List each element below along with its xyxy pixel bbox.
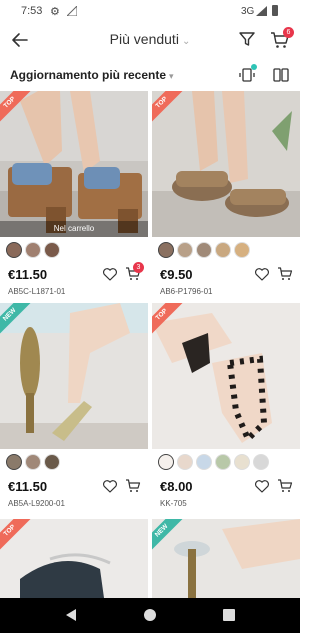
product-card[interactable]: NEW xyxy=(152,519,300,598)
color-swatch[interactable] xyxy=(25,242,41,258)
status-time: 7:53 xyxy=(21,5,43,17)
battery-icon xyxy=(272,5,278,16)
product-code: AB5C-L1871-01 xyxy=(8,287,66,296)
product-image[interactable]: TOP Nel carrello xyxy=(0,91,148,237)
network-type: 3G xyxy=(241,6,255,17)
card-cart-badge: 3 xyxy=(133,262,144,273)
sort-label: Aggiornamento più recente xyxy=(10,68,167,82)
color-swatches xyxy=(6,242,63,260)
product-card[interactable]: TOP xyxy=(0,519,148,598)
chevron-down-icon: ▾ xyxy=(169,71,174,81)
product-card[interactable]: TOP €9.50 AB6-P1796-01 xyxy=(152,91,300,301)
grid-view-icon[interactable] xyxy=(272,66,290,84)
cell-signal-icon xyxy=(256,6,267,16)
heart-icon[interactable] xyxy=(102,478,118,494)
heart-icon[interactable] xyxy=(102,266,118,282)
add-to-cart-icon[interactable] xyxy=(277,478,293,494)
sort-dropdown[interactable]: Aggiornamento più recente ▾ xyxy=(10,68,174,82)
product-code: AB5A-L9200-01 xyxy=(8,499,65,508)
product-card[interactable]: TOP €8.00 KK-705 xyxy=(152,303,300,517)
heart-icon[interactable] xyxy=(254,478,270,494)
product-price: €8.00 xyxy=(160,479,193,494)
product-code: KK-705 xyxy=(160,499,187,508)
sort-bar: Aggiornamento più recente ▾ xyxy=(0,62,300,88)
product-price: €11.50 xyxy=(8,479,48,494)
color-swatch[interactable] xyxy=(253,454,269,470)
notification-dot xyxy=(251,64,257,70)
product-code: AB6-P1796-01 xyxy=(160,287,213,296)
nav-back-icon[interactable] xyxy=(64,608,78,622)
product-image[interactable]: TOP xyxy=(152,91,300,237)
color-swatch[interactable] xyxy=(177,454,193,470)
heart-icon[interactable] xyxy=(254,266,270,282)
product-card[interactable]: TOP Nel carrello €11.50 AB5C-L1871-01 3 xyxy=(0,91,148,301)
color-swatch[interactable] xyxy=(215,454,231,470)
add-to-cart-icon[interactable] xyxy=(277,266,293,282)
settings-icon: ⚙ xyxy=(50,6,60,18)
color-swatch[interactable] xyxy=(234,454,250,470)
nav-recents-icon[interactable] xyxy=(222,608,236,622)
color-swatches xyxy=(158,454,272,472)
color-swatch[interactable] xyxy=(215,242,231,258)
color-swatch[interactable] xyxy=(196,242,212,258)
add-to-cart-icon[interactable] xyxy=(125,478,141,494)
product-card[interactable]: NEW €11.50 AB5A-L9200-01 xyxy=(0,303,148,517)
color-swatches xyxy=(158,242,253,260)
nav-home-icon[interactable] xyxy=(143,608,157,622)
signal-icon xyxy=(67,6,77,16)
system-nav-bar xyxy=(0,598,300,633)
color-swatch[interactable] xyxy=(6,242,22,258)
color-swatch[interactable] xyxy=(158,454,174,470)
product-image[interactable]: TOP xyxy=(152,303,300,449)
color-swatch[interactable] xyxy=(158,242,174,258)
product-price: €11.50 xyxy=(8,267,48,282)
color-swatch[interactable] xyxy=(6,454,22,470)
product-price: €9.50 xyxy=(160,267,193,282)
color-swatches xyxy=(6,454,63,472)
chevron-down-icon: ⌄ xyxy=(181,36,191,47)
product-image[interactable]: NEW xyxy=(152,519,300,598)
color-swatch[interactable] xyxy=(177,242,193,258)
status-bar: 7:53 ⚙ 3G xyxy=(0,0,300,24)
color-swatch[interactable] xyxy=(234,242,250,258)
filter-icon[interactable] xyxy=(238,30,256,48)
color-swatch[interactable] xyxy=(44,242,60,258)
cart-count-badge: 6 xyxy=(283,27,294,38)
app-header: Più venduti ⌄ xyxy=(0,24,300,57)
color-swatch[interactable] xyxy=(25,454,41,470)
product-image[interactable]: TOP xyxy=(0,519,148,598)
page-title: Più venduti xyxy=(109,31,179,47)
product-image[interactable]: NEW xyxy=(0,303,148,449)
color-swatch[interactable] xyxy=(44,454,60,470)
color-swatch[interactable] xyxy=(196,454,212,470)
in-cart-label: Nel carrello xyxy=(0,221,148,237)
